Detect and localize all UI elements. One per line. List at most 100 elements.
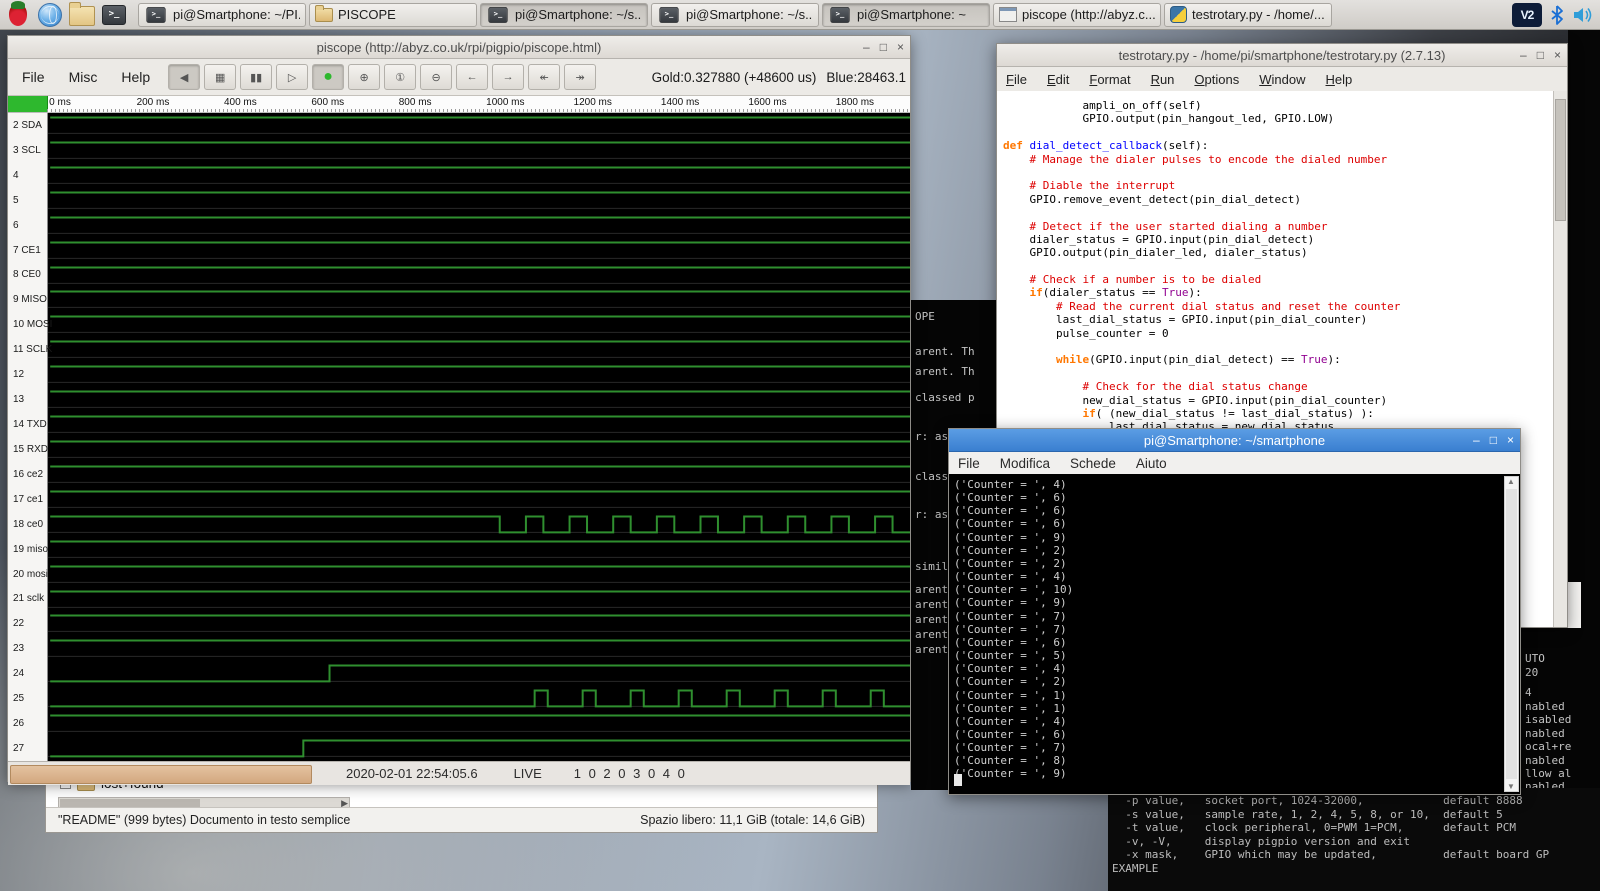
goto-start-icon[interactable]: ↞ — [528, 64, 560, 90]
taskbar-window-button[interactable]: pi@Smartphone: ~/PI... — [138, 3, 306, 27]
taskbar-window-button[interactable]: testrotary.py - /home/... — [1164, 3, 1332, 27]
scrollbar-thumb[interactable] — [1506, 489, 1517, 779]
gpio-trace-row — [48, 312, 910, 337]
gpio-label: 3 SCL — [8, 138, 47, 163]
gpio-trace-row — [48, 587, 910, 612]
gpio-label: 14 TXD — [8, 412, 47, 437]
file-manager-icon[interactable] — [68, 2, 96, 28]
maximize-icon[interactable]: □ — [1490, 433, 1497, 447]
play-icon[interactable]: ▷ — [276, 64, 308, 90]
background-fragment: 20 — [1525, 666, 1538, 679]
close-icon[interactable]: × — [1554, 48, 1561, 62]
zoom-in-icon[interactable]: ⊕ — [348, 64, 380, 90]
menu-item-misc[interactable]: Misc — [59, 65, 108, 89]
gpio-waveform-plot[interactable] — [48, 113, 910, 761]
taskbar-window-label: pi@Smartphone: ~ — [857, 7, 966, 22]
gpio-trace-row — [48, 487, 910, 512]
close-icon[interactable]: × — [897, 40, 904, 54]
close-icon[interactable]: × — [1507, 433, 1514, 447]
menu-item-window[interactable]: Window — [1250, 69, 1314, 90]
taskbar-tray: V2 — [1512, 3, 1594, 27]
free-space-info: Spazio libero: 11,1 GiB (totale: 14,6 Gi… — [640, 813, 865, 827]
gpio-label: 6 — [8, 213, 47, 238]
taskbar-window-button[interactable]: pi@Smartphone: ~/s... — [651, 3, 819, 27]
forward-arrow-icon[interactable]: → — [492, 64, 524, 90]
minimize-icon[interactable]: – — [1520, 48, 1527, 62]
gpio-label: 13 — [8, 387, 47, 412]
taskbar-window-button[interactable]: PISCOPE — [309, 3, 477, 27]
time-marks: 1 0 2 0 3 0 4 0 — [574, 766, 687, 781]
code-line: if(dialer_status == True): — [1003, 286, 1554, 299]
menu-item-modifica[interactable]: Modifica — [991, 453, 1059, 474]
scroll-up-icon[interactable]: ▲ — [1507, 477, 1515, 486]
gpio-trace-row — [48, 238, 910, 263]
piscope-time-ruler: 0 ms200 ms400 ms600 ms800 ms1000 ms1200 … — [8, 96, 910, 113]
menu-item-schede[interactable]: Schede — [1061, 453, 1125, 474]
terminal-body[interactable]: ('Counter = ', 4) ('Counter = ', 6) ('Co… — [949, 474, 1520, 794]
menu-item-help[interactable]: Help — [1317, 69, 1362, 90]
web-browser-icon[interactable] — [36, 2, 64, 28]
terminal-title: pi@Smartphone: ~/smartphone — [1144, 433, 1325, 448]
gpio-trace-row — [48, 163, 910, 188]
goto-end-icon[interactable]: ↠ — [564, 64, 596, 90]
menu-item-aiuto[interactable]: Aiuto — [1127, 453, 1176, 474]
menu-item-help[interactable]: Help — [111, 65, 160, 89]
taskbar-window-button[interactable]: pi@Smartphone: ~ — [822, 3, 990, 27]
menu-item-run[interactable]: Run — [1142, 69, 1184, 90]
taskbar-window-button[interactable]: pi@Smartphone: ~/s... — [480, 3, 648, 27]
zoom-out-icon[interactable]: ⊖ — [420, 64, 452, 90]
piscope-titlebar[interactable]: piscope (http://abyz.co.uk/rpi/pigpio/pi… — [8, 36, 910, 59]
background-fragment: nabled — [1525, 754, 1565, 767]
taskbar-window-button[interactable]: piscope (http://abyz.c... — [993, 3, 1161, 27]
piscope-hscroll-thumb[interactable] — [10, 765, 312, 784]
terminal-menubar: FileModificaSchedeAiuto — [949, 452, 1520, 475]
background-fragment: 4 — [1525, 686, 1532, 699]
ruler-tick-label: 800 ms — [399, 97, 432, 108]
menu-item-format[interactable]: Format — [1080, 69, 1139, 90]
minimize-icon[interactable]: – — [863, 40, 870, 54]
bluetooth-icon[interactable] — [1550, 5, 1564, 25]
record-icon[interactable]: ● — [312, 64, 344, 90]
ruler-tick-label: 1400 ms — [661, 97, 699, 108]
raspberry-menu-icon[interactable] — [4, 2, 32, 28]
maximize-icon[interactable]: □ — [1537, 48, 1544, 62]
gpio-trace-row — [48, 537, 910, 562]
idle-scrollbar[interactable] — [1553, 91, 1567, 627]
menu-item-edit[interactable]: Edit — [1038, 69, 1078, 90]
capture-timestamp: 2020-02-01 22:54:05.6 — [346, 766, 478, 781]
maximize-icon[interactable]: □ — [880, 40, 887, 54]
gpio-label: 11 SCLK — [8, 337, 47, 362]
gpio-label: 10 MOSI — [8, 312, 47, 337]
gpio-trace-row — [48, 562, 910, 587]
volume-icon[interactable] — [1572, 6, 1594, 24]
pigpio-help-terminal[interactable]: -p value, socket port, 1024-32000, defau… — [1108, 788, 1600, 891]
gpio-trace-row — [48, 287, 910, 312]
idle-title: testrotary.py - /home/pi/smartphone/test… — [1119, 48, 1446, 63]
gpio-label: 16 ce2 — [8, 462, 47, 487]
gpio-trace-row — [48, 412, 910, 437]
scrollbar-thumb[interactable] — [1555, 99, 1566, 221]
terminal-titlebar[interactable]: pi@Smartphone: ~/smartphone – □ × — [949, 429, 1520, 452]
vnc-icon[interactable]: V2 — [1512, 3, 1542, 27]
ruler-ticks: 0 ms200 ms400 ms600 ms800 ms1000 ms1200 … — [47, 96, 910, 112]
screen-icon[interactable]: ▦ — [204, 64, 236, 90]
ruler-tick-label: 0 ms — [49, 97, 71, 108]
terminal-scrollbar[interactable]: ▲ ▼ — [1504, 476, 1519, 792]
piscope-trace-area: 2 SDA3 SCL4567 CE18 CE09 MISO10 MOSI11 S… — [8, 113, 910, 761]
gpio-trace-row — [48, 437, 910, 462]
menu-item-file[interactable]: File — [12, 65, 55, 89]
gpio-trace-row — [48, 188, 910, 213]
idle-titlebar[interactable]: testrotary.py - /home/pi/smartphone/test… — [997, 44, 1567, 67]
menu-item-options[interactable]: Options — [1185, 69, 1248, 90]
speaker-icon[interactable]: ◀ — [168, 64, 200, 90]
minimize-icon[interactable]: – — [1473, 433, 1480, 447]
pause-icon[interactable]: ▮▮ — [240, 64, 272, 90]
menu-item-file[interactable]: File — [997, 69, 1036, 90]
menu-item-file[interactable]: File — [949, 453, 989, 474]
terminal-launcher-icon[interactable] — [100, 2, 128, 28]
zoom-one-icon[interactable]: ① — [384, 64, 416, 90]
code-line: GPIO.remove_event_detect(pin_dial_detect… — [1003, 193, 1554, 206]
scroll-down-icon[interactable]: ▼ — [1507, 782, 1515, 791]
background-fragment: OPE — [915, 310, 935, 323]
back-arrow-icon[interactable]: ← — [456, 64, 488, 90]
